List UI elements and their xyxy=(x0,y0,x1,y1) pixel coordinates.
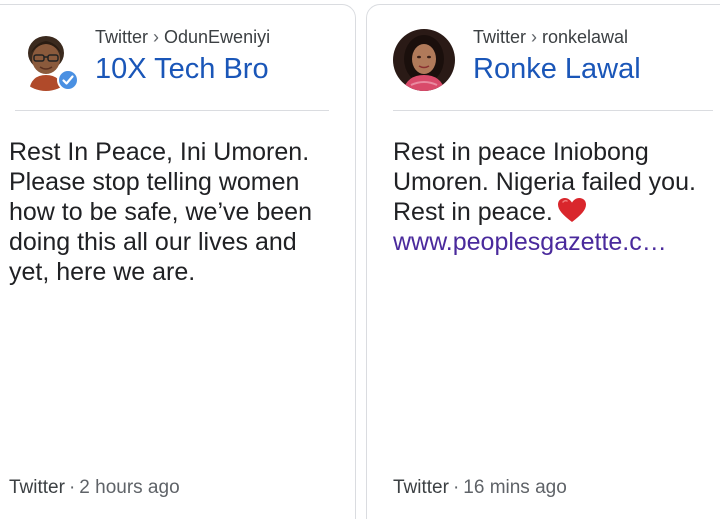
breadcrumb-separator: › xyxy=(531,27,538,47)
breadcrumb-separator: › xyxy=(153,27,160,47)
tweet-header: Twitter › ronkelawal Ronke Lawal xyxy=(393,27,693,91)
footer-source: Twitter xyxy=(9,477,65,498)
source-handle: OdunEweniyi xyxy=(164,27,271,47)
avatar[interactable] xyxy=(15,29,79,91)
results-carousel: Twitter › OdunEweniyi 10X Tech Bro Rest In… xyxy=(0,0,720,519)
red-heart-icon xyxy=(557,197,587,223)
tweet-text-block[interactable]: Rest in peace Iniobong Umoren. Nigeria f… xyxy=(393,137,718,257)
verified-badge-icon xyxy=(57,69,79,91)
footer-separator: · xyxy=(68,477,76,498)
divider xyxy=(393,110,713,111)
footer-separator: · xyxy=(452,477,460,498)
author-name-link[interactable]: 10X Tech Bro xyxy=(95,53,269,86)
source-handle: ronkelawal xyxy=(542,27,629,47)
profile-photo-avatar-icon xyxy=(393,29,455,91)
footer-source: Twitter xyxy=(393,477,449,498)
tweet-text[interactable]: Rest In Peace, Ini Umoren. Please stop t… xyxy=(9,137,334,287)
source-breadcrumb[interactable]: Twitter › OdunEweniyi xyxy=(95,27,270,48)
avatar[interactable] xyxy=(393,29,455,91)
tweet-card[interactable]: Twitter › OdunEweniyi 10X Tech Bro Rest In… xyxy=(0,4,356,519)
source-name: Twitter xyxy=(95,27,149,47)
author-name-link[interactable]: Ronke Lawal xyxy=(473,53,641,86)
footer-timestamp: 2 hours ago xyxy=(79,477,180,498)
tweet-footer: Twitter · 2 hours ago xyxy=(9,477,180,499)
tweet-footer: Twitter · 16 mins ago xyxy=(393,477,567,499)
footer-timestamp: 16 mins ago xyxy=(463,477,567,498)
tweet-header: Twitter › OdunEweniyi 10X Tech Bro xyxy=(15,27,315,91)
tweet-card[interactable]: Twitter › ronkelawal Ronke Lawal Rest in p… xyxy=(366,4,720,519)
divider xyxy=(15,110,329,111)
source-breadcrumb[interactable]: Twitter › ronkelawal xyxy=(473,27,628,48)
tweet-text: Rest in peace Iniobong Umoren. Nigeria f… xyxy=(393,138,696,226)
source-name: Twitter xyxy=(473,27,527,47)
article-link[interactable]: www.peoplesgazette.c… xyxy=(393,227,718,257)
